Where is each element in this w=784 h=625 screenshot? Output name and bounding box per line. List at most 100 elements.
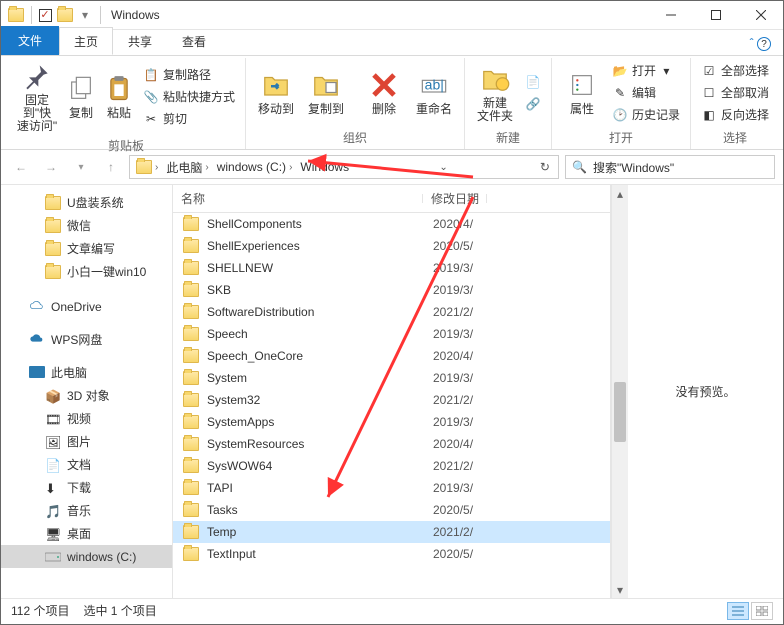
sidebar-wps[interactable]: WPS网盘 (1, 328, 172, 351)
folder-icon (183, 503, 199, 517)
file-row[interactable]: SHELLNEW2019/3/ (173, 257, 610, 279)
easy-access-dropdown[interactable]: 🔗 (521, 93, 545, 115)
sidebar-item-3[interactable]: 小白一键win10 (1, 260, 172, 283)
address-bar[interactable]: › 此电脑› windows (C:)› Windows ⌄ ↻ (129, 155, 559, 179)
ribbon-group-clipboard: 固定到"快 速访问" 复制 粘贴 📋复制路径 📎粘贴快捷方式 ✂剪切 剪贴板 (7, 58, 246, 149)
qat-dropdown[interactable]: ▾ (76, 6, 94, 24)
sidebar-pc-item-3[interactable]: 📄文档 (1, 453, 172, 476)
sidebar-pc-item-0[interactable]: 📦3D 对象 (1, 384, 172, 407)
properties-button[interactable]: 属性 (558, 58, 606, 127)
copy-button[interactable]: 复制 (63, 58, 99, 135)
sidebar-item-2[interactable]: 文章编写 (1, 237, 172, 260)
column-header-modified[interactable]: 修改日期 (423, 190, 487, 207)
file-row[interactable]: System322021/2/ (173, 389, 610, 411)
addr-dropdown[interactable]: ⌄ (433, 162, 453, 173)
sidebar-onedrive[interactable]: OneDrive (1, 295, 172, 318)
edit-icon: ✎ (612, 85, 628, 101)
sidebar-pc-item-1[interactable]: 🎞视频 (1, 407, 172, 430)
up-button[interactable]: ↑ (99, 155, 123, 179)
select-all-button[interactable]: ☑全部选择 (697, 60, 773, 82)
file-name: SysWOW64 (207, 459, 433, 473)
open-button[interactable]: 📂打开 ▾ (608, 60, 684, 82)
tab-view[interactable]: 查看 (167, 27, 221, 55)
preview-pane: 没有预览。 (628, 185, 783, 598)
file-name: SoftwareDistribution (207, 305, 433, 319)
ribbon-collapse-button[interactable]: ˆ ? (738, 32, 783, 56)
cut-button[interactable]: ✂剪切 (139, 108, 239, 130)
library-icon: 🎵 (45, 504, 61, 518)
file-row[interactable]: Speech_OneCore2020/4/ (173, 345, 610, 367)
scrollbar-thumb[interactable] (614, 382, 626, 442)
sidebar-pc-item-6[interactable]: 🖥桌面 (1, 522, 172, 545)
file-row[interactable]: SoftwareDistribution2021/2/ (173, 301, 610, 323)
history-button[interactable]: 🕑历史记录 (608, 104, 684, 126)
ribbon-tabs: 文件 主页 共享 查看 ˆ ? (1, 30, 783, 55)
file-date: 2019/3/ (433, 415, 473, 429)
file-date: 2020/5/ (433, 547, 473, 561)
sidebar-pc-item-5[interactable]: 🎵音乐 (1, 499, 172, 522)
file-rows: ShellComponents2020/4/ShellExperiences20… (173, 213, 610, 598)
folder-icon (183, 393, 199, 407)
file-row[interactable]: System2019/3/ (173, 367, 610, 389)
select-invert-button[interactable]: ◧反向选择 (697, 104, 773, 126)
edit-button[interactable]: ✎编辑 (608, 82, 684, 104)
rename-button[interactable]: ab|重命名 (410, 58, 458, 127)
breadcrumb-drive[interactable]: windows (C:)› (213, 156, 297, 178)
minimize-button[interactable] (648, 1, 693, 29)
view-details-button[interactable] (727, 602, 749, 620)
file-row[interactable]: SKB2019/3/ (173, 279, 610, 301)
scroll-down-button[interactable]: ▾ (612, 581, 628, 598)
sidebar-drive[interactable]: windows (C:) (1, 545, 172, 568)
vertical-scrollbar[interactable]: ▴ ▾ (611, 185, 628, 598)
file-row[interactable]: ShellComponents2020/4/ (173, 213, 610, 235)
file-row[interactable]: Speech2019/3/ (173, 323, 610, 345)
back-button[interactable]: ← (9, 155, 33, 179)
paste-shortcut-button[interactable]: 📎粘贴快捷方式 (139, 86, 239, 108)
delete-button[interactable]: 删除 (360, 58, 408, 127)
tab-home[interactable]: 主页 (59, 27, 113, 55)
refresh-button[interactable]: ↻ (534, 160, 556, 174)
file-name: System32 (207, 393, 433, 407)
file-row[interactable]: ShellExperiences2020/5/ (173, 235, 610, 257)
window-title: Windows (111, 8, 160, 22)
new-item-dropdown[interactable]: 📄 (521, 71, 545, 93)
copyto-button[interactable]: 复制到 (302, 58, 350, 127)
file-row[interactable]: TextInput2020/5/ (173, 543, 610, 565)
sidebar-item-1[interactable]: 微信 (1, 214, 172, 237)
tab-share[interactable]: 共享 (113, 27, 167, 55)
sidebar-pc-item-2[interactable]: 🖼图片 (1, 430, 172, 453)
copy-path-button[interactable]: 📋复制路径 (139, 64, 239, 86)
view-large-icons-button[interactable] (751, 602, 773, 620)
path-icon: 📋 (143, 67, 159, 83)
sidebar: U盘装系统微信文章编写小白一键win10 OneDrive WPS网盘 此电脑 … (1, 185, 173, 598)
file-row[interactable]: Temp2021/2/ (173, 521, 610, 543)
file-row[interactable]: SystemResources2020/4/ (173, 433, 610, 455)
file-list-pane: 名称 修改日期 ShellComponents2020/4/ShellExper… (173, 185, 611, 598)
search-box[interactable]: 🔍 搜索"Windows" (565, 155, 775, 179)
breadcrumb-thispc[interactable]: 此电脑› (162, 156, 212, 178)
select-none-button[interactable]: ☐全部取消 (697, 82, 773, 104)
new-folder-button[interactable]: 新建 文件夹 (471, 58, 519, 127)
file-row[interactable]: SysWOW642021/2/ (173, 455, 610, 477)
breadcrumb-folder[interactable]: Windows (296, 156, 353, 178)
qat-properties-checkbox[interactable]: ✓ (36, 6, 54, 24)
scroll-up-button[interactable]: ▴ (612, 185, 628, 202)
ribbon-group-select: ☑全部选择 ☐全部取消 ◧反向选择 选择 (691, 58, 779, 149)
forward-button[interactable]: → (39, 155, 63, 179)
close-button[interactable] (738, 1, 783, 29)
recent-locations-dropdown[interactable]: ▾ (69, 155, 93, 179)
sidebar-item-0[interactable]: U盘装系统 (1, 191, 172, 214)
maximize-button[interactable] (693, 1, 738, 29)
column-header-name[interactable]: 名称 (173, 190, 423, 207)
sidebar-thispc[interactable]: 此电脑 (1, 361, 172, 384)
no-preview-text: 没有预览。 (675, 383, 735, 400)
qat-folder-icon[interactable] (56, 6, 74, 24)
paste-button[interactable]: 粘贴 (101, 58, 137, 135)
pin-to-quickaccess-button[interactable]: 固定到"快 速访问" (13, 58, 61, 135)
sidebar-pc-item-4[interactable]: ⬇下载 (1, 476, 172, 499)
file-row[interactable]: SystemApps2019/3/ (173, 411, 610, 433)
moveto-button[interactable]: 移动到 (252, 58, 300, 127)
tab-file[interactable]: 文件 (1, 26, 59, 55)
file-row[interactable]: TAPI2019/3/ (173, 477, 610, 499)
file-row[interactable]: Tasks2020/5/ (173, 499, 610, 521)
